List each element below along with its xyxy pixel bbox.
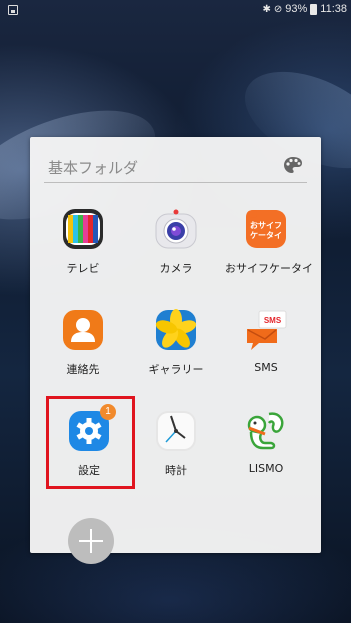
svg-text:おサイフ: おサイフ	[250, 221, 282, 230]
osaifu-keitai-icon: おサイフ ケータイ	[245, 208, 287, 250]
app-label: 連絡先	[66, 363, 100, 376]
contacts-icon	[62, 309, 104, 351]
do-not-disturb-icon: ⊘	[273, 3, 283, 15]
clock-icon	[155, 410, 197, 452]
app-label: カメラ	[159, 262, 193, 275]
notification-icon	[8, 5, 18, 15]
clock-time: 11:38	[320, 3, 347, 15]
bluetooth-icon: ✱	[262, 3, 271, 15]
app-label: おサイフケータイ	[225, 262, 313, 275]
app-gallery[interactable]: ギャラリー	[135, 309, 217, 401]
palette-icon[interactable]	[283, 156, 303, 174]
app-contacts[interactable]: 連絡先	[42, 309, 124, 401]
app-label: LISMO	[248, 462, 284, 475]
app-label: ギャラリー	[148, 363, 204, 376]
highlight-box	[46, 396, 135, 489]
app-label: テレビ	[66, 262, 100, 275]
app-label: SMS	[254, 361, 278, 374]
app-lismo[interactable]: LISMO	[225, 410, 307, 502]
app-camera[interactable]: カメラ	[135, 208, 217, 300]
app-label: 時計	[165, 464, 187, 477]
app-clock[interactable]: 時計	[135, 410, 217, 502]
lismo-icon	[245, 410, 287, 452]
plus-icon[interactable]	[68, 518, 114, 564]
tv-icon	[62, 208, 104, 250]
battery-percent: 93%	[285, 3, 308, 15]
svg-text:ケータイ: ケータイ	[250, 230, 282, 240]
status-bar: ✱ ⊘ 93% 11:38	[0, 0, 351, 22]
folder-name[interactable]: 基本フォルダ	[48, 157, 138, 178]
app-osaifu-keitai[interactable]: おサイフ ケータイ おサイフケータイ	[225, 208, 313, 300]
folder-header: 基本フォルダ	[44, 151, 307, 183]
gallery-icon	[155, 309, 197, 351]
battery-icon	[310, 3, 318, 15]
camera-icon	[155, 208, 197, 250]
app-sms[interactable]: SMS SMS	[225, 309, 307, 401]
sms-icon: SMS	[245, 309, 287, 351]
status-right: ✱ ⊘ 93% 11:38	[262, 3, 347, 15]
app-tv[interactable]: テレビ	[42, 208, 124, 300]
svg-text:SMS: SMS	[264, 316, 282, 325]
